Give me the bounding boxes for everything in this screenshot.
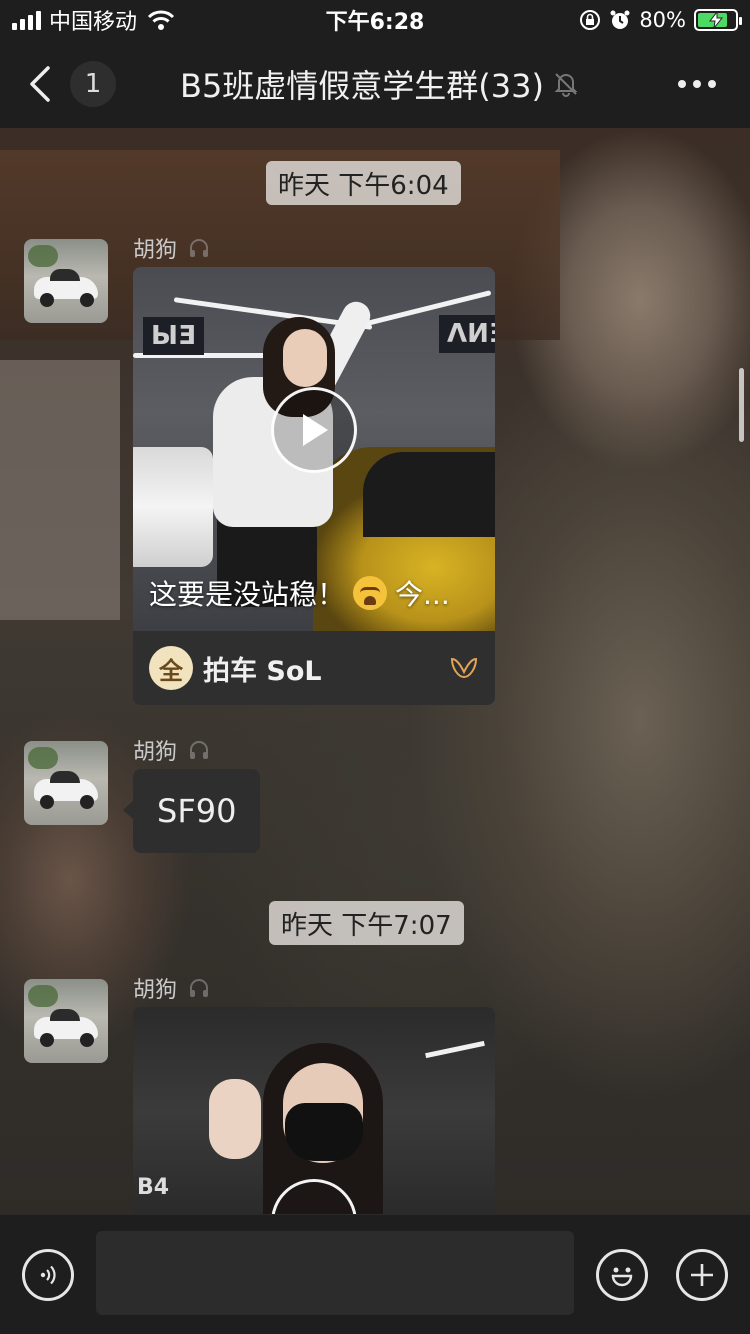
headset-icon — [190, 741, 209, 759]
scroll-indicator[interactable] — [739, 368, 744, 442]
signal-icon — [12, 10, 41, 30]
video-thumbnail[interactable]: ЫƎ ΛИƎ 这要是没站稳！ 今... — [133, 267, 495, 631]
video-message-card[interactable]: ЫƎ ΛИƎ 这要是没站稳！ 今... 全 拍车 SoL — [133, 267, 495, 705]
channel-logo: 全 — [149, 646, 193, 690]
message-timestamp: 昨天 下午7:07 — [269, 901, 464, 945]
sender-name-row: 胡狗 — [133, 734, 211, 766]
voice-icon[interactable] — [22, 1249, 74, 1301]
video-message-card[interactable]: B4 — [133, 1007, 495, 1217]
sender-name-row: 胡狗 — [133, 232, 211, 264]
chat-title-wrap[interactable]: B5班虚情假意学生群(33) — [150, 40, 610, 128]
crying-emoji-icon — [353, 576, 388, 610]
emoji-icon[interactable] — [596, 1249, 648, 1301]
video-thumb-sign: B4 — [137, 1175, 170, 1200]
video-caption-text: 这要是没站稳！ — [149, 578, 346, 611]
more-dots-icon[interactable] — [672, 62, 722, 106]
wifi-icon — [147, 10, 175, 30]
video-caption-tail: 今... — [395, 578, 450, 611]
battery-percent: 80% — [639, 8, 686, 32]
rotation-lock-icon — [580, 10, 601, 30]
play-icon[interactable] — [271, 387, 357, 473]
avatar[interactable] — [24, 979, 108, 1063]
avatar[interactable] — [24, 239, 108, 323]
nav-bar: 1 B5班虚情假意学生群(33) — [0, 40, 750, 128]
sender-name: 胡狗 — [133, 978, 178, 1003]
channels-butterfly-icon — [450, 657, 478, 679]
chat-title: B5班虚情假意学生群(33) — [179, 67, 544, 105]
avatar[interactable] — [24, 741, 108, 825]
input-bar — [0, 1214, 750, 1334]
sender-name: 胡狗 — [133, 740, 178, 765]
video-caption: 这要是没站稳！ 今... — [149, 573, 479, 613]
sender-name: 胡狗 — [133, 238, 178, 263]
headset-icon — [190, 239, 209, 257]
message-text: SF90 — [157, 792, 237, 830]
battery-icon — [694, 9, 742, 31]
sender-name-row: 胡狗 — [133, 972, 211, 1004]
back-button[interactable] — [10, 40, 70, 128]
channel-name: 拍车 SoL — [203, 655, 322, 687]
chevron-left-icon — [30, 66, 50, 102]
wallpaper-wall — [0, 360, 120, 620]
alarm-icon — [610, 10, 630, 29]
status-bar: 中国移动 下午6:28 80% — [0, 0, 750, 40]
headset-icon — [190, 979, 209, 997]
video-source-footer[interactable]: 全 拍车 SoL — [133, 631, 495, 705]
carrier-label: 中国移动 — [49, 10, 138, 35]
message-input[interactable] — [96, 1231, 574, 1315]
plus-icon[interactable] — [676, 1249, 728, 1301]
unread-count-badge[interactable]: 1 — [70, 61, 116, 107]
video-thumbnail[interactable]: B4 — [133, 1007, 495, 1217]
text-message-bubble[interactable]: SF90 — [122, 769, 261, 853]
mute-bell-icon — [554, 73, 578, 97]
message-timestamp: 昨天 下午6:04 — [266, 161, 461, 205]
